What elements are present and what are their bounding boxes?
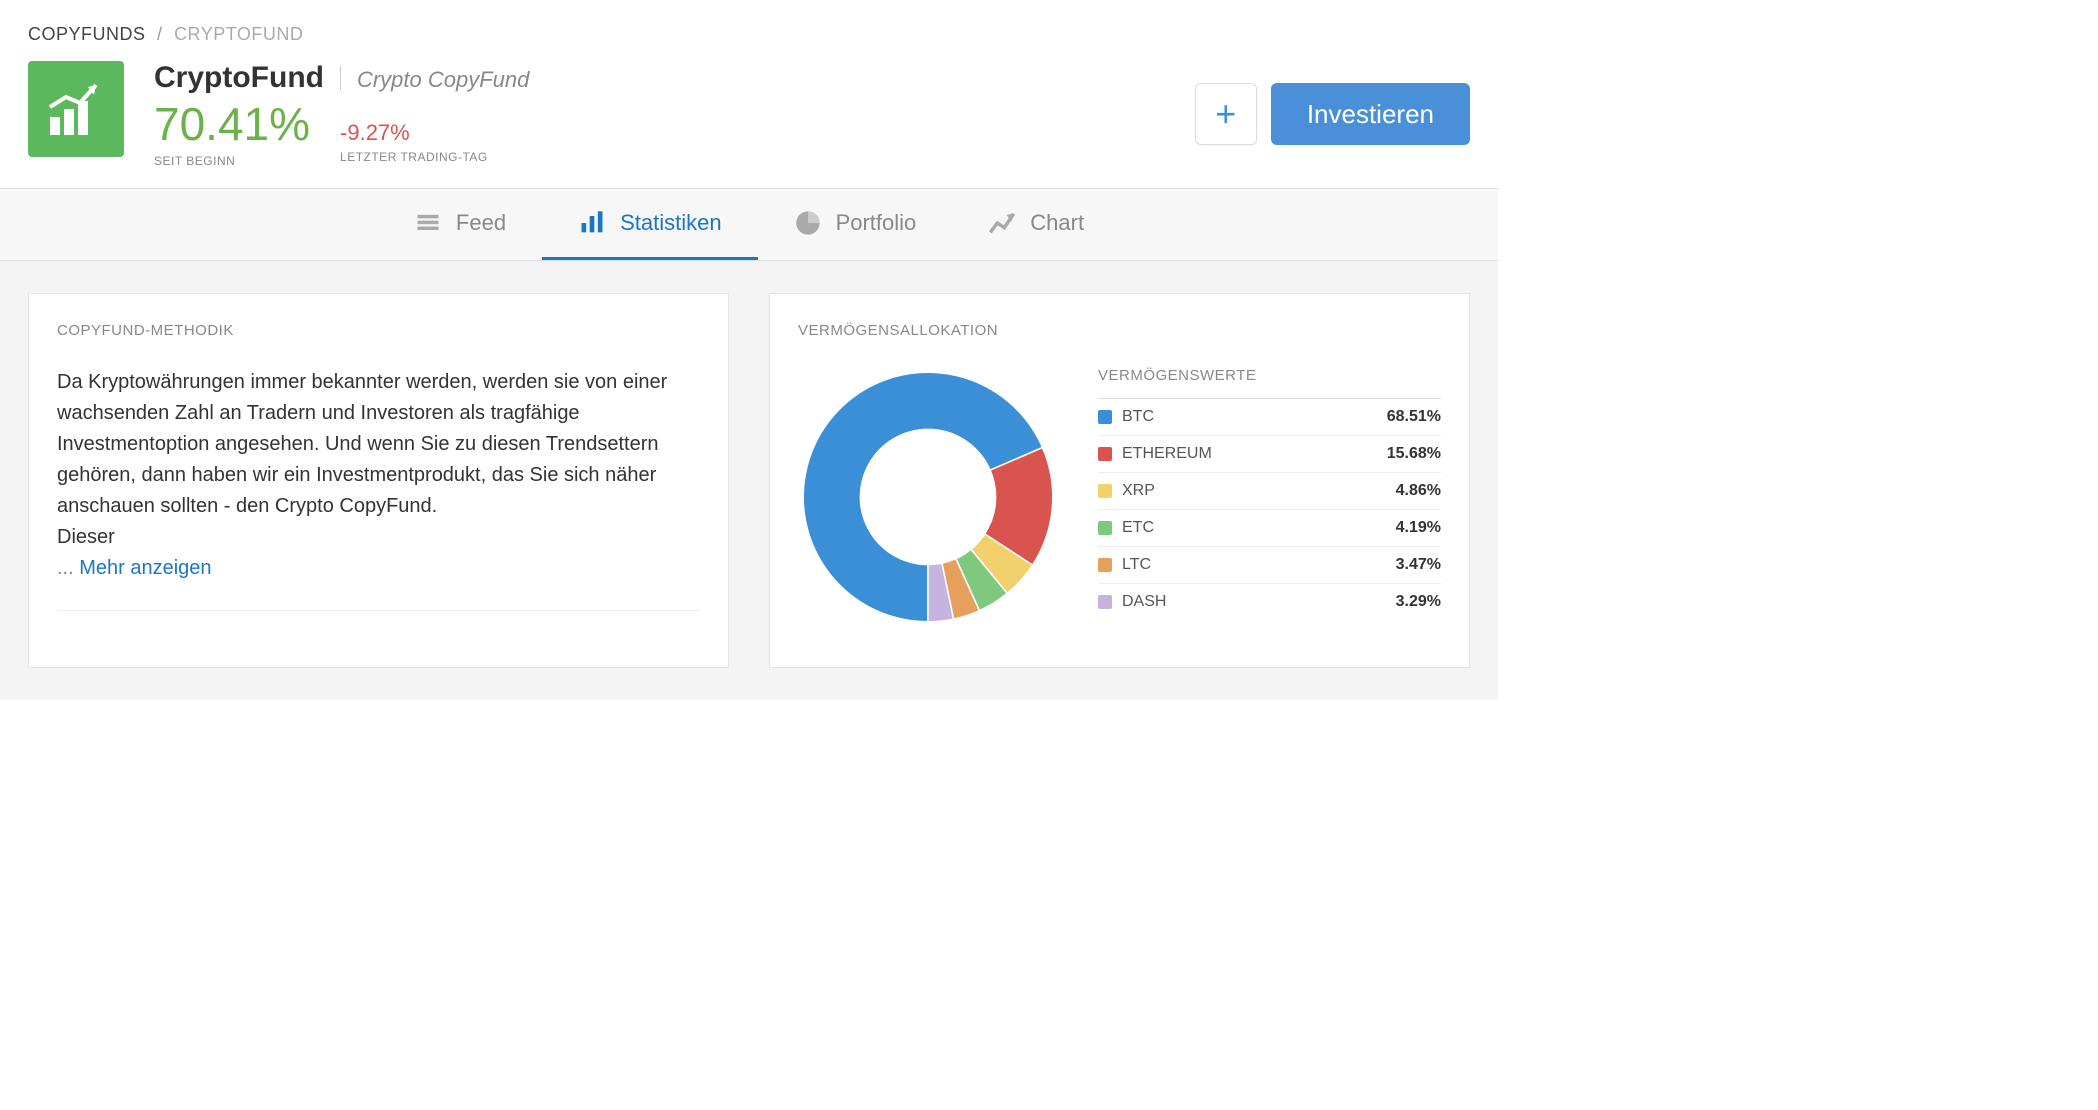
trend-icon	[988, 209, 1016, 237]
methodology-paragraph: Da Kryptowährungen immer bekannter werde…	[57, 371, 667, 517]
invest-button[interactable]: Investieren	[1271, 83, 1470, 145]
since-begin-label: SEIT BEGINN	[154, 154, 310, 168]
legend-name: XRP	[1122, 482, 1396, 500]
last-day-value: -9.27%	[340, 120, 410, 146]
allocation-title: VERMÖGENSALLOKATION	[798, 322, 1441, 339]
legend-row-ethereum[interactable]: ETHEREUM15.68%	[1098, 435, 1441, 472]
last-day-label: LETZTER TRADING-TAG	[340, 150, 488, 164]
breadcrumb-root[interactable]: COPYFUNDS	[28, 24, 146, 44]
since-begin-value: 70.41%	[154, 99, 310, 150]
pie-chart-icon	[794, 209, 822, 237]
tab-feed-label: Feed	[456, 210, 506, 236]
legend-value: 68.51%	[1387, 408, 1441, 426]
legend-row-btc[interactable]: BTC68.51%	[1098, 398, 1441, 435]
show-more-link[interactable]: Mehr anzeigen	[79, 557, 211, 579]
legend-row-ltc[interactable]: LTC3.47%	[1098, 546, 1441, 583]
breadcrumb-current: CRYPTOFUND	[174, 24, 303, 44]
legend-swatch	[1098, 595, 1112, 609]
fund-header-info: CryptoFund Crypto CopyFund 70.41% SEIT B…	[154, 61, 1195, 168]
card-divider	[57, 610, 700, 611]
legend-name: DASH	[1122, 593, 1396, 611]
methodology-card: COPYFUND-METHODIK Da Kryptowährungen imm…	[28, 293, 729, 668]
allocation-donut-chart	[798, 367, 1058, 627]
header-actions: + Investieren	[1195, 83, 1470, 145]
allocation-legend-title: VERMÖGENSWERTE	[1098, 367, 1441, 384]
legend-name: LTC	[1122, 556, 1396, 574]
methodology-text: Da Kryptowährungen immer bekannter werde…	[57, 367, 700, 584]
tab-statistics[interactable]: Statistiken	[542, 189, 758, 260]
methodology-title: COPYFUND-METHODIK	[57, 322, 700, 339]
add-to-watchlist-button[interactable]: +	[1195, 83, 1257, 145]
title-divider	[340, 66, 341, 90]
allocation-card: VERMÖGENSALLOKATION VERMÖGENSWERTE BTC68…	[769, 293, 1470, 668]
legend-swatch	[1098, 410, 1112, 424]
legend-name: ETHEREUM	[1122, 445, 1387, 463]
ellipsis: ...	[57, 557, 79, 579]
legend-name: BTC	[1122, 408, 1387, 426]
legend-row-dash[interactable]: DASH3.29%	[1098, 583, 1441, 620]
legend-row-etc[interactable]: ETC4.19%	[1098, 509, 1441, 546]
methodology-paragraph-2: Dieser	[57, 526, 115, 548]
tabs: Feed Statistiken Portfolio Chart	[0, 189, 1498, 261]
tab-portfolio[interactable]: Portfolio	[758, 189, 953, 260]
breadcrumb-separator: /	[157, 24, 163, 44]
fund-icon	[28, 61, 124, 157]
fund-title: CryptoFund	[154, 61, 324, 95]
tab-portfolio-label: Portfolio	[836, 210, 917, 236]
breadcrumb: COPYFUNDS / CRYPTOFUND	[0, 0, 1498, 57]
fund-header: CryptoFund Crypto CopyFund 70.41% SEIT B…	[0, 57, 1498, 189]
legend-swatch	[1098, 447, 1112, 461]
tab-chart-label: Chart	[1030, 210, 1084, 236]
tab-chart[interactable]: Chart	[952, 189, 1120, 260]
tab-statistics-label: Statistiken	[620, 210, 722, 236]
legend-row-xrp[interactable]: XRP4.86%	[1098, 472, 1441, 509]
allocation-legend: VERMÖGENSWERTE BTC68.51%ETHEREUM15.68%XR…	[1098, 367, 1441, 620]
legend-swatch	[1098, 521, 1112, 535]
legend-value: 4.19%	[1396, 519, 1441, 537]
metric-last-day: -9.27% LETZTER TRADING-TAG	[340, 102, 488, 164]
plus-icon: +	[1215, 93, 1236, 135]
fund-subtitle: Crypto CopyFund	[357, 67, 529, 93]
legend-value: 4.86%	[1396, 482, 1441, 500]
legend-name: ETC	[1122, 519, 1396, 537]
tab-feed[interactable]: Feed	[378, 189, 542, 260]
feed-icon	[414, 209, 442, 237]
bar-chart-icon	[578, 209, 606, 237]
chart-growth-icon	[44, 77, 108, 141]
legend-swatch	[1098, 558, 1112, 572]
metric-since-begin: 70.41% SEIT BEGINN	[154, 99, 310, 168]
legend-swatch	[1098, 484, 1112, 498]
content-area: COPYFUND-METHODIK Da Kryptowährungen imm…	[0, 261, 1498, 700]
legend-value: 15.68%	[1387, 445, 1441, 463]
legend-value: 3.47%	[1396, 556, 1441, 574]
legend-value: 3.29%	[1396, 593, 1441, 611]
